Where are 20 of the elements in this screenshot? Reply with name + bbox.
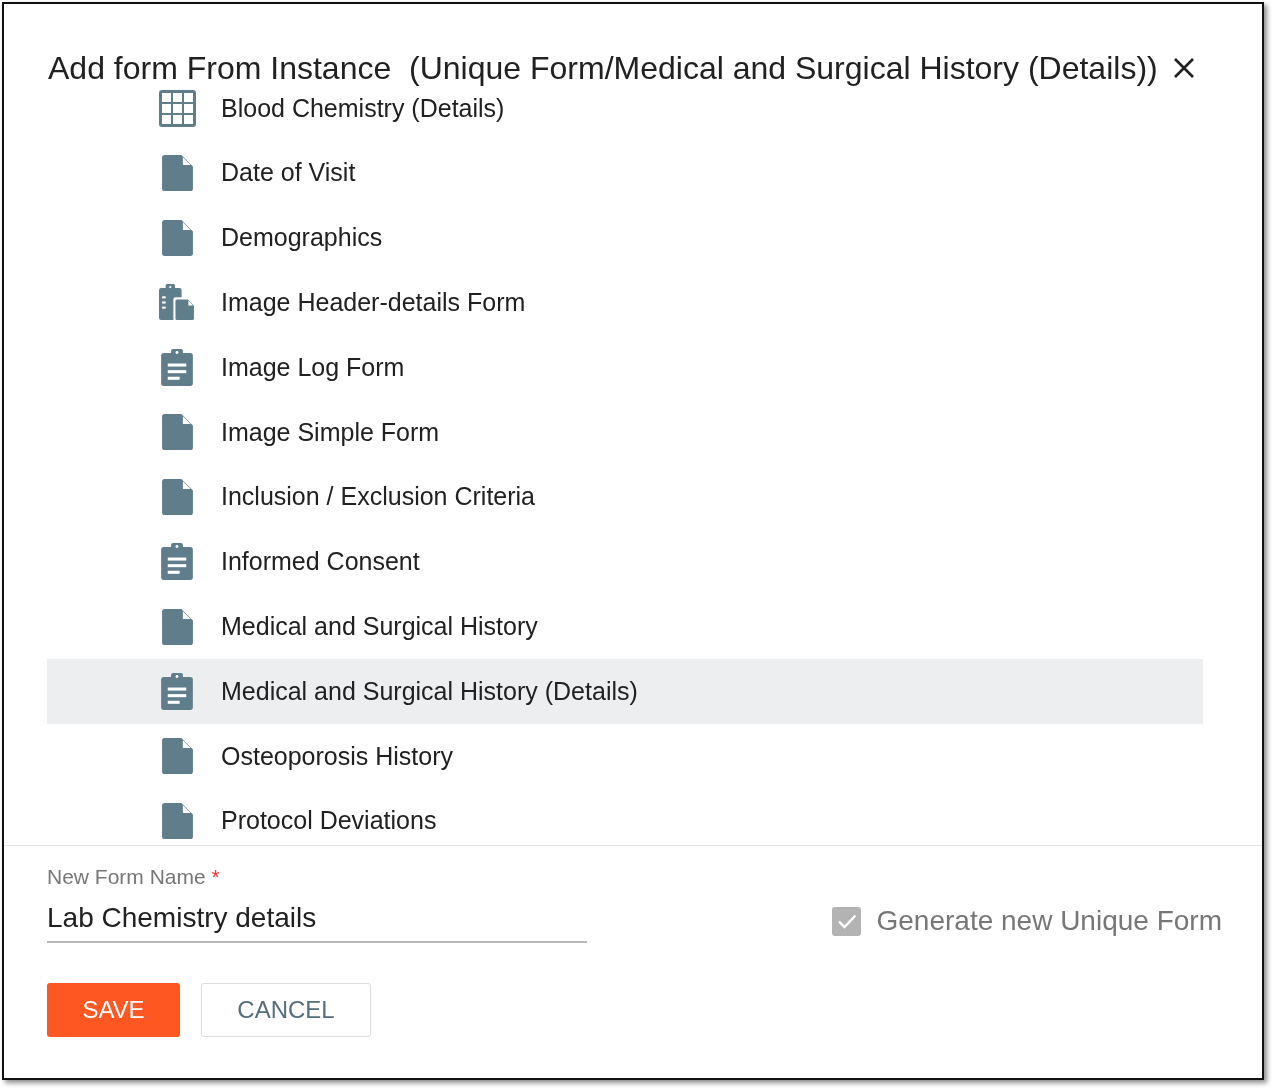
clipboard-icon xyxy=(161,349,193,387)
clipboard-icon xyxy=(161,673,193,711)
clipboard-with-file-icon xyxy=(158,283,196,322)
file-icon xyxy=(161,155,193,192)
close-icon[interactable] xyxy=(1171,56,1196,80)
form-name-input[interactable]: Lab Chemistry details xyxy=(47,895,587,943)
cancel-button[interactable]: CANCEL xyxy=(201,983,371,1037)
file-icon xyxy=(161,608,193,645)
checkbox-label: Generate new Unique Form xyxy=(876,904,1222,938)
file-icon xyxy=(161,414,193,451)
file-icon xyxy=(161,803,193,840)
file-icon xyxy=(161,479,193,516)
dialog-title: Add form From Instance (Unique Form/Medical and Surgical History (Details)) xyxy=(48,50,1158,86)
field-label: New Form Name * xyxy=(47,865,221,889)
grid-icon xyxy=(158,89,196,127)
form-list-item[interactable]: Medical and Surgical History (Details) xyxy=(47,659,1203,724)
file-icon xyxy=(161,220,193,256)
clipboard-icon xyxy=(161,543,193,581)
checkmark-icon xyxy=(837,913,857,929)
file-icon xyxy=(161,738,193,775)
